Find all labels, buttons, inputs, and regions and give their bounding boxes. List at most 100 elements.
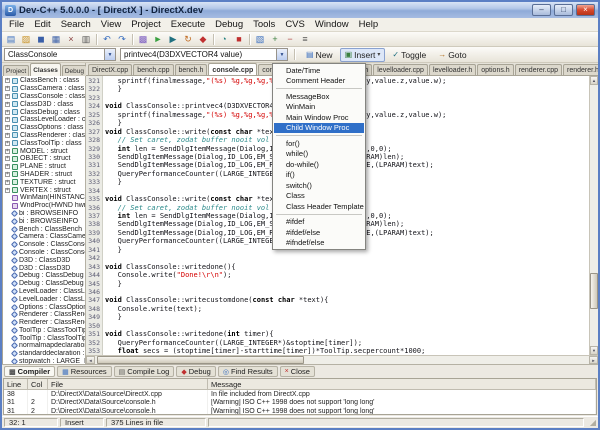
tree-item[interactable]: Bench : ClassBench: [5, 225, 85, 233]
tree-item[interactable]: +OBJECT : struct: [5, 155, 85, 163]
scroll-down-icon[interactable]: ▼: [590, 346, 598, 355]
tree-item[interactable]: Console : ClassConsole: [5, 241, 85, 249]
tab-find-results[interactable]: ◎Find Results: [218, 366, 278, 377]
tree-item[interactable]: standarddeclaration : D3DVERTEXELEMENT9: [5, 350, 85, 358]
redo-button[interactable]: ↷: [115, 33, 129, 46]
horizontal-scrollbar-thumb[interactable]: [97, 356, 304, 364]
tree-item[interactable]: ToolTip : ClassToolTip: [5, 334, 85, 342]
tree-item[interactable]: normalmapdeclaration : D3DVERTEXELEMENT9: [5, 342, 85, 350]
titlebar[interactable]: D Dev-C++ 5.0.0.0 - [ DirectX ] - Direct…: [2, 2, 598, 18]
stop-execution-button[interactable]: ■: [232, 33, 246, 46]
tab-options-h[interactable]: options.h: [477, 64, 513, 75]
tab-debug[interactable]: Debug: [62, 65, 87, 76]
expander-icon[interactable]: +: [5, 94, 10, 99]
vertical-scrollbar-thumb[interactable]: [590, 273, 598, 309]
tree-item[interactable]: +ClassBench : class: [5, 77, 85, 85]
table-row[interactable]: 312D:\DirectX\Data\Source\console.h[Warn…: [4, 407, 596, 415]
tab-bench-h[interactable]: bench.h: [175, 64, 208, 75]
goto-button[interactable]: →Goto: [433, 48, 471, 62]
tree-item[interactable]: WinMain(HINSTANCE hInstance, HINSTANCE h…: [5, 194, 85, 202]
tree-item[interactable]: LevelLoader : ClassLevelLoader: [5, 295, 85, 303]
tree-item[interactable]: +PLANE : struct: [5, 163, 85, 171]
tree-item[interactable]: D3D : ClassD3D: [5, 256, 85, 264]
scroll-right-icon[interactable]: ►: [589, 356, 598, 364]
insert-menu-item-main-window-proc[interactable]: Main Window Proc: [274, 112, 364, 123]
tree-item[interactable]: Renderer : ClassRenderer: [5, 319, 85, 327]
resize-grip-icon[interactable]: ◢: [586, 418, 596, 427]
insert-menu-item-class[interactable]: Class: [274, 191, 364, 202]
column-header-file[interactable]: File: [48, 379, 208, 389]
chevron-down-icon[interactable]: ▼: [104, 49, 115, 60]
remove-from-project-button[interactable]: −: [283, 33, 297, 46]
expander-icon[interactable]: +: [5, 110, 10, 115]
print-button[interactable]: ▥: [79, 33, 93, 46]
close-button[interactable]: ×: [576, 4, 595, 16]
save-all-button[interactable]: ▦: [49, 33, 63, 46]
column-header-col[interactable]: Col: [28, 379, 48, 389]
insert-menu-item-ifdef-else[interactable]: #ifdef/else: [274, 227, 364, 238]
expander-icon[interactable]: +: [5, 78, 10, 83]
tree-item[interactable]: +ClassDebug : class: [5, 108, 85, 116]
column-header-line[interactable]: Line: [4, 379, 28, 389]
add-to-project-button[interactable]: +: [268, 33, 282, 46]
tab-project[interactable]: Project: [3, 65, 29, 76]
tree-item[interactable]: +ClassD3D : class: [5, 100, 85, 108]
class-selector-combo[interactable]: ClassConsole ▼: [4, 48, 116, 61]
compile-button[interactable]: ▩: [136, 33, 150, 46]
undo-button[interactable]: ↶: [100, 33, 114, 46]
tab-compiler[interactable]: ▩Compiler: [4, 366, 55, 377]
expander-icon[interactable]: +: [5, 164, 10, 169]
tab-bench-cpp[interactable]: bench.cpp: [133, 64, 173, 75]
tab-compile-log[interactable]: ▤Compile Log: [114, 366, 175, 377]
tree-item[interactable]: +VERTEX : struct: [5, 186, 85, 194]
minimize-button[interactable]: –: [532, 4, 551, 16]
menu-view[interactable]: View: [96, 19, 126, 30]
editor-horizontal-scrollbar[interactable]: ◄ ►: [86, 355, 598, 364]
insert-menu-item-ifndef-else[interactable]: #ifndef/else: [274, 238, 364, 249]
compile-and-run-button[interactable]: ▶: [166, 33, 180, 46]
menu-window[interactable]: Window: [310, 19, 354, 30]
insert-menu-item-messagebox[interactable]: MessageBox: [274, 91, 364, 102]
tree-item[interactable]: ToolTip : ClassToolTip: [5, 327, 85, 335]
tree-item[interactable]: bi : BROWSEINFO: [5, 210, 85, 218]
tree-item[interactable]: Debug : ClassDebug: [5, 280, 85, 288]
tree-item[interactable]: Camera : ClassCamera: [5, 233, 85, 241]
insert-menu-item-while[interactable]: while(): [274, 149, 364, 160]
column-header-message[interactable]: Message: [208, 379, 596, 389]
insert-menu-item-switch[interactable]: switch(): [274, 180, 364, 191]
profile-button[interactable]: ◔: [217, 33, 231, 46]
debug-button[interactable]: ◆: [196, 33, 210, 46]
expander-icon[interactable]: +: [5, 117, 10, 122]
tree-item[interactable]: +SHADER : struct: [5, 171, 85, 179]
editor-vertical-scrollbar[interactable]: ▲ ▼: [589, 76, 598, 355]
expander-icon[interactable]: +: [5, 125, 10, 130]
insert-button[interactable]: ▣Insert▾: [340, 48, 386, 62]
menu-cvs[interactable]: CVS: [280, 19, 310, 30]
menu-edit[interactable]: Edit: [29, 19, 55, 30]
table-row[interactable]: 312D:\DirectX\Data\Source\console.h[Warn…: [4, 399, 596, 408]
tree-item[interactable]: WndProc(HWND hwnd, UINT Message, WPARAM …: [5, 202, 85, 210]
tree-item[interactable]: +ClassRenderer : class: [5, 132, 85, 140]
menu-project[interactable]: Project: [126, 19, 166, 30]
insert-menu-item-date-time[interactable]: Date/Time: [274, 65, 364, 76]
menu-help[interactable]: Help: [354, 19, 384, 30]
menu-search[interactable]: Search: [56, 19, 96, 30]
vertical-scrollbar-track[interactable]: [590, 85, 598, 346]
tree-item[interactable]: +ClassCamera : class: [5, 85, 85, 93]
menu-file[interactable]: File: [4, 19, 29, 30]
tab-debug[interactable]: ◆Debug: [176, 366, 216, 377]
tab-renderer-cpp[interactable]: renderer.cpp: [515, 64, 562, 75]
rebuild-all-button[interactable]: ↻: [181, 33, 195, 46]
new-project-button[interactable]: ▧: [253, 33, 267, 46]
maximize-button[interactable]: □: [554, 4, 573, 16]
insert-menu-item-winmain[interactable]: WinMain: [274, 102, 364, 113]
save-button[interactable]: ◼: [34, 33, 48, 46]
table-row[interactable]: 38D:\DirectX\Data\Source\DirectX.cppIn f…: [4, 390, 596, 399]
tab-console-cpp[interactable]: console.cpp: [208, 63, 257, 76]
chevron-down-icon[interactable]: ▼: [276, 49, 287, 60]
menu-tools[interactable]: Tools: [248, 19, 280, 30]
horizontal-scrollbar-track[interactable]: [95, 356, 589, 364]
tab-classes[interactable]: Classes: [30, 63, 61, 76]
close-file-button[interactable]: ×: [64, 33, 78, 46]
expander-icon[interactable]: +: [5, 102, 10, 107]
